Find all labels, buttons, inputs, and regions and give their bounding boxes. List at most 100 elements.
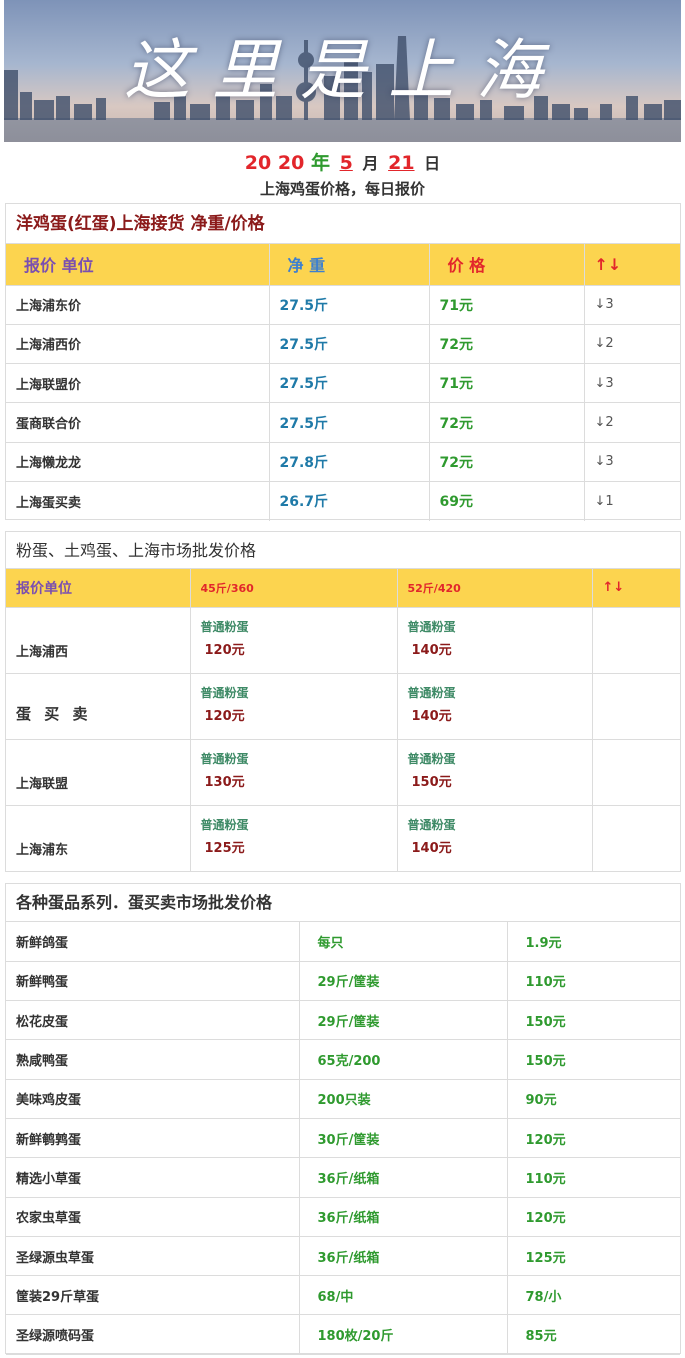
product-spec: 180枚/20斤: [298, 1314, 507, 1355]
banner-title: 这里是上海: [124, 32, 564, 109]
price-cell: 普通粉蛋 120元: [189, 672, 397, 739]
banner: 这里是上海: [4, 0, 681, 142]
date-day-unit: 日: [424, 154, 441, 173]
header-cell: 52斤/420: [396, 569, 592, 607]
table-row: 蛋 买 卖 普通粉蛋 120元 普通粉蛋 140元: [6, 672, 680, 739]
price: 71元: [428, 284, 584, 325]
product-name: 新鲜鸭蛋: [6, 961, 299, 1002]
table-row: 松花皮蛋 29斤/筐装 150元: [6, 1000, 680, 1041]
dealer-name: 蛋商联合价: [6, 402, 269, 443]
table-row: 蛋商联合价 27.5斤 72元 ↓2: [6, 402, 680, 443]
price: 90元: [506, 1079, 680, 1119]
price: 69元: [428, 480, 584, 521]
net-weight: 26.7斤: [268, 480, 429, 521]
price: 125元: [204, 841, 245, 857]
price: 120元: [204, 643, 245, 658]
product-name: 筐装29斤草蛋: [6, 1275, 299, 1316]
product-name: 松花皮蛋: [6, 1000, 299, 1041]
egg-kind: 普通粉蛋: [200, 620, 249, 634]
change-cell: [591, 606, 680, 673]
section-title: 各种蛋品系列．蛋买卖市场批发价格: [6, 884, 680, 922]
price-change: ↓3: [583, 441, 680, 482]
table-row: 上海懒龙龙 27.8斤 72元 ↓3: [6, 441, 680, 482]
table-header-row: 报价单位 45斤/360 52斤/420 ↑↓: [6, 569, 680, 607]
price: 150元: [506, 1039, 680, 1080]
price: 140元: [411, 841, 452, 857]
header-cell: ↑↓: [591, 569, 680, 607]
product-name: 农家虫草蛋: [6, 1197, 299, 1237]
dealer-name: 上海联盟价: [6, 363, 269, 403]
red-egg-price-section: 洋鸡蛋(红蛋)上海接货 净重/价格 报价 单位 净 重 价 格 ↑↓ 上海浦东价…: [5, 203, 681, 521]
product-spec: 65克/200: [298, 1039, 507, 1080]
dealer-name: 上海联盟: [6, 738, 190, 805]
product-name: 圣绿源虫草蛋: [6, 1236, 299, 1277]
dealer-name: 上海浦东价: [6, 284, 269, 325]
change-cell: [591, 738, 680, 805]
header-cell: 报价单位: [6, 569, 190, 607]
date-day: 21: [388, 152, 415, 174]
dealer-name: 上海浦西价: [6, 323, 269, 364]
price-change: ↓2: [583, 323, 680, 364]
price: 140元: [411, 709, 452, 724]
table-row: 筐装29斤草蛋 68/中 78/小: [6, 1275, 680, 1316]
change-cell: [591, 804, 680, 871]
price: 130元: [204, 775, 245, 790]
price: 150元: [506, 1000, 680, 1041]
egg-kind: 普通粉蛋: [407, 686, 456, 700]
product-spec: 200只装: [298, 1079, 507, 1119]
net-weight: 27.5斤: [268, 402, 429, 443]
product-spec: 36斤/纸箱: [298, 1236, 507, 1277]
net-weight: 27.5斤: [268, 284, 429, 325]
price-cell: 普通粉蛋 140元: [396, 672, 592, 739]
table-row: 圣绿源喷码蛋 180枚/20斤 85元: [6, 1314, 680, 1355]
product-spec: 29斤/筐装: [298, 1000, 507, 1041]
product-spec: 36斤/纸箱: [298, 1197, 507, 1237]
price-cell: 普通粉蛋 140元: [396, 606, 592, 673]
table-row: 上海联盟价 27.5斤 71元 ↓3: [6, 363, 680, 403]
pink-egg-price-table: 报价单位 45斤/360 52斤/420 ↑↓ 上海浦西 普通粉蛋 120元 普…: [6, 569, 680, 871]
dealer-name: 上海懒龙龙: [6, 441, 269, 482]
header-cell: 净 重: [268, 244, 429, 285]
table-row: 上海浦东价 27.5斤 71元 ↓3: [6, 284, 680, 325]
table-row: 上海浦东 普通粉蛋 125元 普通粉蛋 140元: [6, 804, 680, 871]
price: 78/小: [506, 1275, 680, 1316]
price-cell: 普通粉蛋 125元: [189, 804, 397, 871]
product-spec: 36斤/纸箱: [298, 1157, 507, 1198]
table-row: 上海联盟 普通粉蛋 130元 普通粉蛋 150元: [6, 738, 680, 805]
dealer-name: 上海浦东: [6, 804, 190, 871]
section-title: 洋鸡蛋(红蛋)上海接货 净重/价格: [6, 204, 680, 244]
product-spec: 30斤/筐装: [298, 1118, 507, 1159]
dealer-name: 蛋 买 卖: [6, 672, 190, 739]
price-cell: 普通粉蛋 150元: [396, 738, 592, 805]
table-row: 新鲜鹌鹑蛋 30斤/筐装 120元: [6, 1118, 680, 1159]
page-subtitle: 上海鸡蛋价格，每日报价: [259, 180, 425, 198]
date-month: 5: [339, 152, 353, 174]
dealer-name: 上海浦西: [6, 606, 190, 673]
pink-egg-price-section: 粉蛋、土鸡蛋、上海市场批发价格 报价单位 45斤/360 52斤/420 ↑↓ …: [5, 531, 681, 872]
net-weight: 27.8斤: [268, 441, 429, 482]
price: 1.9元: [506, 922, 680, 962]
table-row: 上海浦西 普通粉蛋 120元 普通粉蛋 140元: [6, 606, 680, 673]
price: 120元: [204, 709, 245, 724]
egg-products-section: 各种蛋品系列．蛋买卖市场批发价格 新鲜鸽蛋 每只 1.9元 新鲜鸭蛋 29斤/筐…: [5, 883, 681, 1355]
date-year-unit: 年: [310, 152, 330, 174]
product-name: 美味鸡皮蛋: [6, 1079, 299, 1119]
price-cell: 普通粉蛋 130元: [189, 738, 397, 805]
product-spec: 29斤/筐装: [298, 961, 507, 1002]
product-name: 圣绿源喷码蛋: [6, 1314, 299, 1355]
price-change: ↓3: [583, 284, 680, 325]
table-row: 新鲜鸭蛋 29斤/筐装 110元: [6, 961, 680, 1002]
table-row: 精选小草蛋 36斤/纸箱 110元: [6, 1157, 680, 1198]
price: 110元: [506, 961, 680, 1002]
product-name: 新鲜鹌鹑蛋: [6, 1118, 299, 1159]
dealer-name: 上海蛋买卖: [6, 480, 269, 521]
egg-kind: 普通粉蛋: [407, 818, 456, 833]
price-cell: 普通粉蛋 120元: [189, 606, 397, 673]
price: 72元: [428, 441, 584, 482]
date-year-a: 20: [244, 152, 272, 174]
product-name: 新鲜鸽蛋: [6, 922, 299, 962]
product-spec: 68/中: [298, 1275, 507, 1316]
price: 125元: [506, 1236, 680, 1277]
egg-kind: 普通粉蛋: [407, 752, 456, 766]
table-row: 熟咸鸭蛋 65克/200 150元: [6, 1039, 680, 1080]
